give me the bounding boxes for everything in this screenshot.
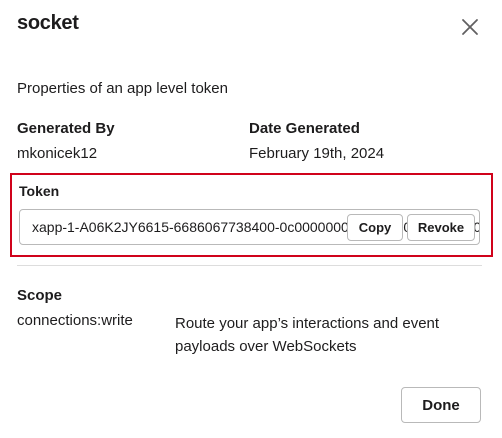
revoke-button[interactable]: Revoke	[407, 214, 475, 241]
modal-title: socket	[17, 12, 79, 34]
close-button[interactable]	[458, 15, 482, 39]
divider	[17, 265, 482, 266]
token-properties-modal: socket Properties of an app level token …	[0, 0, 502, 438]
generated-by-label: Generated By	[17, 120, 115, 137]
generated-by-value: mkonicek12	[17, 145, 98, 162]
scope-description: Route your app’s interactions and event …	[175, 315, 440, 355]
token-section: Token xapp-1-A06K2JY6615-6686067738400-0…	[10, 173, 493, 257]
token-label: Token	[19, 183, 60, 199]
copy-button[interactable]: Copy	[347, 214, 403, 241]
done-button[interactable]: Done	[401, 387, 481, 423]
token-field[interactable]: xapp-1-A06K2JY6615-6686067738400-0c00000…	[19, 209, 480, 245]
scope-label: Scope	[17, 287, 63, 304]
modal-description: Properties of an app level token	[17, 80, 228, 97]
close-icon	[462, 19, 478, 35]
date-generated-label: Date Generated	[249, 120, 360, 137]
scope-name: connections:write	[17, 312, 133, 329]
date-generated-value: February 19th, 2024	[249, 145, 385, 162]
